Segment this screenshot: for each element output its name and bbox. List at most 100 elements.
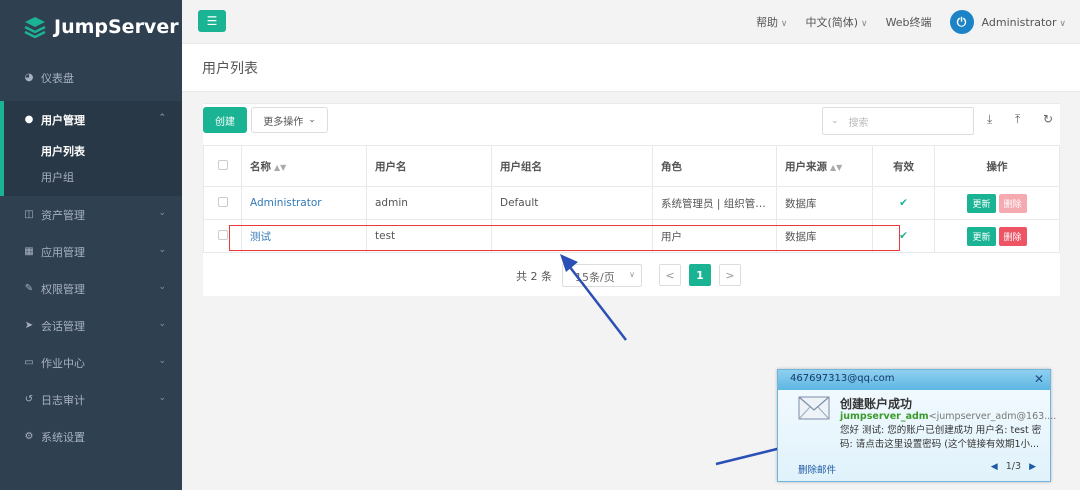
dashboard-icon: ◕	[24, 72, 34, 83]
delete-mail-link[interactable]: 删除邮件	[798, 462, 836, 476]
chevron-down-icon: ⌄	[158, 393, 166, 403]
web-terminal-link[interactable]: Web终端	[886, 14, 932, 30]
next-page-button[interactable]: >	[719, 264, 741, 286]
col-label: 用户来源	[785, 160, 827, 173]
next-arrow-icon[interactable]: ▶	[1029, 462, 1036, 472]
assets-icon: ◫	[24, 209, 34, 220]
notification-counter: 1/3	[1005, 461, 1022, 472]
row-select-cell	[203, 186, 242, 220]
pagination: 共 2 条 15条/页 < 1 >	[203, 264, 1060, 288]
col-group: 用户组名	[491, 145, 653, 187]
body-line: 您好 测试: 您的账户已创建成功 用户名: test 密	[840, 425, 1042, 436]
col-name[interactable]: 名称 ▲▼	[241, 145, 367, 187]
col-role: 角色	[652, 145, 777, 187]
email-notification[interactable]: 467697313@qq.com ✕ 创建账户成功 jumpserver_adm…	[777, 369, 1056, 482]
role-cell: 系统管理员 | 组织管…	[652, 186, 777, 220]
user-menu[interactable]: Administrator	[982, 16, 1066, 29]
sidebar-item-label: 权限管理	[41, 282, 85, 296]
jumpserver-logo-icon	[24, 17, 46, 38]
group-cell: Default	[491, 186, 653, 220]
hamburger-icon: ☰	[206, 14, 218, 28]
history-icon: ↺	[24, 394, 34, 405]
user-name-link[interactable]: Administrator	[250, 197, 322, 209]
row-checkbox[interactable]	[217, 229, 228, 240]
prev-page-button[interactable]: <	[659, 264, 681, 286]
edit-icon: ✎	[24, 283, 34, 294]
refresh-icon[interactable]: ↻	[1043, 112, 1053, 126]
language-menu[interactable]: 中文(简体)	[806, 14, 868, 30]
power-icon[interactable]: ⏻	[949, 10, 974, 34]
upload-icon[interactable]: ⤒	[1015, 112, 1020, 127]
prev-arrow-icon[interactable]: ◀	[991, 462, 998, 472]
notification-account: 467697313@qq.com	[790, 373, 895, 384]
select-all-checkbox[interactable]	[217, 159, 228, 170]
close-icon[interactable]: ✕	[1034, 372, 1044, 386]
chevron-down-icon: ⌄	[158, 282, 166, 292]
chevron-down-icon: ⌄	[831, 116, 839, 126]
sidebar-item-label: 系统设置	[41, 430, 85, 444]
sidebar-subitem-user-list[interactable]: 用户列表	[4, 138, 182, 164]
logo[interactable]: JumpServer	[0, 0, 182, 54]
notification-sender: jumpserver_adm<jumpserver_adm@163....	[840, 411, 1056, 422]
sidebar-item-dashboard[interactable]: ◕ 仪表盘	[0, 59, 182, 96]
more-actions-dropdown[interactable]: 更多操作 ⌄	[251, 107, 328, 133]
sidebar-item-apps[interactable]: ▦ 应用管理 ⌄	[0, 233, 182, 270]
sidebar-item-label: 会话管理	[41, 319, 85, 333]
chevron-down-icon: ⌄	[158, 245, 166, 255]
notification-header: 467697313@qq.com ✕	[778, 370, 1050, 390]
sidebar-item-jobs[interactable]: ▭ 作业中心 ⌄	[0, 344, 182, 381]
update-button[interactable]: 更新	[967, 193, 996, 213]
page-1-button[interactable]: 1	[689, 264, 711, 286]
chevron-down-icon: ⌄	[308, 115, 316, 125]
create-button[interactable]: 创建	[203, 107, 247, 133]
sidebar-item-label: 应用管理	[41, 245, 85, 259]
sort-icon: ▲▼	[830, 162, 843, 172]
sidebar-item-settings[interactable]: ⚙ 系统设置	[0, 418, 182, 455]
laptop-icon: ▭	[24, 357, 34, 368]
highlight-box	[229, 225, 900, 251]
search-input[interactable]: ⌄ 搜索	[822, 107, 974, 135]
col-valid: 有效	[872, 145, 935, 187]
body-line: 码: 请点击这里设置密码 (这个链接有效期1小...	[840, 439, 1040, 450]
sidebar-item-sessions[interactable]: ➤ 会话管理 ⌄	[0, 307, 182, 344]
sidebar-item-label: 用户管理	[41, 113, 85, 127]
username-cell: admin	[366, 186, 492, 220]
select-all-cell	[203, 145, 242, 187]
sidebar-item-label: 资产管理	[41, 208, 85, 222]
rocket-icon: ➤	[24, 320, 34, 331]
sidebar-group-user-mgmt: ● 用户管理 ⌃ 用户列表 用户组	[0, 101, 182, 196]
chevron-down-icon: ⌄	[158, 319, 166, 329]
sidebar-item-audit[interactable]: ↺ 日志审计 ⌄	[0, 381, 182, 418]
delete-button: 删除	[998, 193, 1027, 213]
apps-icon: ▦	[24, 246, 34, 257]
source-cell: 数据库	[776, 186, 873, 220]
sidebar-item-perms[interactable]: ✎ 权限管理 ⌄	[0, 270, 182, 307]
help-menu[interactable]: 帮助	[756, 14, 787, 30]
name-cell: Administrator	[241, 186, 367, 220]
delete-button[interactable]: 删除	[998, 226, 1027, 246]
page-size-select[interactable]: 15条/页	[562, 264, 642, 287]
actions-cell: 更新 删除	[934, 186, 1060, 220]
menu-toggle-button[interactable]: ☰	[198, 10, 226, 32]
topbar-right: 帮助 中文(简体) Web终端 ⏻ Administrator	[738, 0, 1066, 44]
envelope-icon	[798, 396, 830, 420]
gears-icon: ⚙	[24, 431, 34, 442]
table-row: Administrator admin Default 系统管理员 | 组织管……	[203, 186, 1060, 220]
download-icon[interactable]: ⤓	[987, 112, 992, 127]
row-checkbox[interactable]	[217, 196, 228, 207]
topbar: ☰ 帮助 中文(简体) Web终端 ⏻ Administrator	[182, 0, 1080, 44]
update-button[interactable]: 更新	[967, 226, 996, 246]
sender-name: jumpserver_adm	[840, 411, 929, 422]
sidebar-item-assets[interactable]: ◫ 资产管理 ⌄	[0, 196, 182, 233]
notification-pager: ◀ 1/3 ▶	[991, 461, 1036, 472]
sidebar-subitem-user-group[interactable]: 用户组	[4, 164, 182, 190]
user-list-card: 创建 更多操作 ⌄ ⌄ 搜索 ⤓ ⤒ ↻ 名称 ▲▼ 用户名 用户组名 角色 用户来源…	[203, 103, 1060, 296]
sidebar-item-label: 仪表盘	[41, 71, 74, 85]
search-placeholder: 搜索	[848, 117, 869, 129]
chevron-down-icon: ⌄	[158, 208, 166, 218]
sidebar: JumpServer ◕ 仪表盘 ● 用户管理 ⌃ 用户列表 用户组 ◫ 资产管…	[0, 0, 182, 490]
col-actions: 操作	[934, 145, 1060, 187]
sidebar-item-user-mgmt[interactable]: ● 用户管理 ⌃	[4, 101, 182, 138]
col-source[interactable]: 用户来源 ▲▼	[776, 145, 873, 187]
col-username: 用户名	[366, 145, 492, 187]
